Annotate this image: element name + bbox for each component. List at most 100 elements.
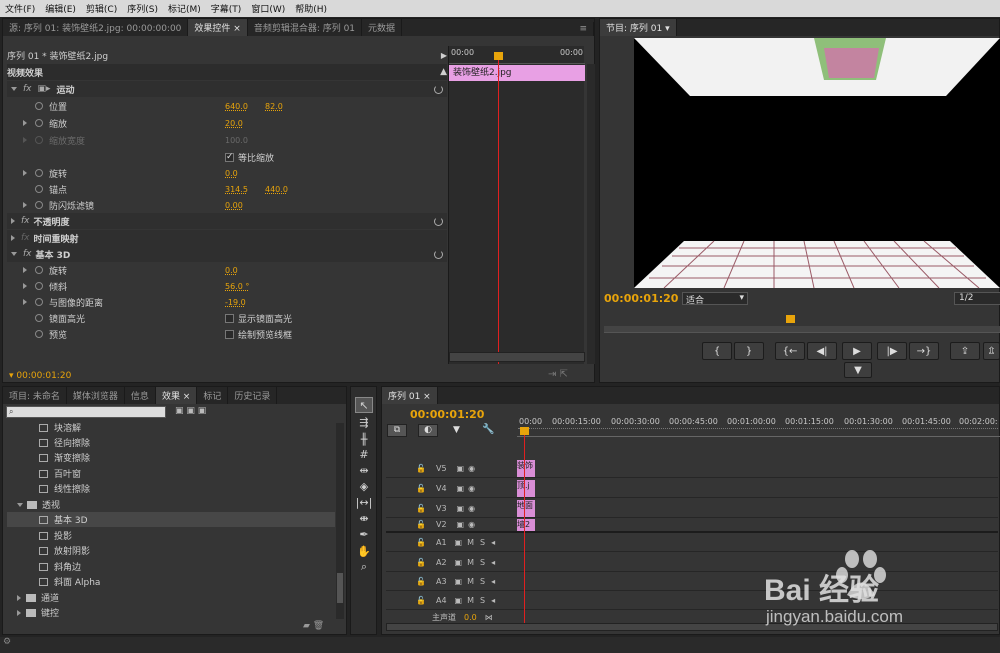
basic3d-row[interactable]: fx 基本 3D [7,246,447,262]
anchor-x-value[interactable]: 314.5 [225,185,248,194]
position-y-value[interactable]: 82.0 [265,102,283,111]
stopwatch-icon[interactable] [35,298,43,306]
slip-tool-icon[interactable]: |↔| [355,494,373,510]
timeline-timecode[interactable]: 00:00:01:20 [410,408,484,421]
mute-button[interactable]: M [467,596,474,605]
effect-item-selected[interactable]: 基本 3D [7,512,335,527]
tab-info[interactable]: 信息 [125,387,156,404]
program-scrubber[interactable] [604,309,1000,333]
effect-item[interactable]: 渐变擦除 [39,450,90,465]
effect-item[interactable]: 线性擦除 [39,481,90,496]
effect-item[interactable]: 斜角边 [39,559,81,574]
add-marker-icon[interactable]: ▼ [453,425,460,435]
ripple-edit-tool-icon[interactable]: ╫ [355,431,373,447]
toggle-sync-icon[interactable]: ▣ [455,577,463,586]
motion-row[interactable]: fx ▣▸ 运动 [7,81,447,97]
disclosure-open-icon[interactable] [11,252,17,256]
toggle-sync-icon[interactable]: ▣ [455,596,463,605]
stopwatch-icon[interactable] [35,102,43,110]
tab-media-browser[interactable]: 媒体浏览器 [67,387,125,404]
expand-icon[interactable]: ▶ [441,51,447,60]
tab-metadata[interactable]: 元数据 [362,19,403,36]
master-value[interactable]: 0.0 [464,613,477,622]
folder-perspective[interactable]: 透视 [17,497,60,512]
extract-button[interactable]: ⇫ [983,342,1000,360]
stopwatch-icon[interactable] [35,169,43,177]
effect-item[interactable]: 百叶窗 [39,466,81,481]
menu-edit[interactable]: 编辑(E) [40,2,81,15]
razor-tool-icon[interactable]: ◈ [355,478,373,494]
tab-source[interactable]: 源: 序列 01: 装饰壁纸2.jpg: 00:00:00:00 [3,19,189,36]
pen-tool-icon[interactable]: ✒ [355,526,373,542]
disclosure-icon[interactable] [11,235,15,241]
voiceover-icon[interactable]: ◂ [491,538,495,547]
menu-help[interactable]: 帮助(H) [290,2,332,15]
go-to-in-button[interactable]: {← [775,342,805,360]
fx-icon[interactable]: fx [23,84,32,94]
master-icon[interactable]: ⋈ [485,613,493,622]
distance-value[interactable]: -19.0 [225,298,246,307]
rate-stretch-tool-icon[interactable]: ⇹ [355,462,373,478]
effect-ruler[interactable]: 00:00 00:00 [449,46,585,64]
tab-markers[interactable]: 标记 [197,387,229,404]
stopwatch-icon[interactable] [35,201,43,209]
reset-icon[interactable] [434,84,443,94]
resolution-select[interactable]: 1/2 [954,292,1000,305]
toggle-sync-icon[interactable]: ▣ [455,538,463,547]
lock-icon[interactable]: 🔓 [416,538,426,547]
disclosure-open-icon[interactable] [17,502,23,507]
fx-icon[interactable]: fx [21,216,30,226]
disclosure-icon[interactable] [11,218,15,224]
specular-checkbox[interactable] [225,313,234,323]
mark-in-button[interactable]: { [702,342,732,360]
snap-icon[interactable]: ⧉ [387,424,407,437]
position-x-value[interactable]: 640.0 [225,102,248,111]
preview-checkbox[interactable] [225,329,234,339]
folder-channel[interactable]: 通道 [17,590,59,605]
timeline-clip[interactable]: 顶.j [517,480,535,497]
effect-item[interactable]: 块溶解 [39,420,81,435]
time-remap-row[interactable]: fx 时间重映射 [7,230,447,246]
selection-tool-icon[interactable]: ↖ [355,397,373,413]
solo-button[interactable]: S [480,596,485,605]
reset-icon[interactable] [434,216,443,226]
anchor-y-value[interactable]: 440.0 [265,185,288,194]
tab-effect-controls[interactable]: 效果控件 × [188,19,248,36]
hand-tool-icon[interactable]: ✋ [355,543,373,559]
toggle-sync-icon[interactable]: ▣ [455,558,463,567]
disclosure-icon[interactable] [23,299,27,305]
slide-tool-icon[interactable]: ⇼ [355,510,373,526]
go-to-out-button[interactable]: →} [909,342,939,360]
fit-select[interactable]: 适合 ▾ [682,292,748,306]
eye-icon[interactable]: ◉ [468,484,475,493]
lock-icon[interactable]: 🔓 [416,558,426,567]
eye-icon[interactable]: ◉ [468,504,475,513]
tab-program[interactable]: 节目: 序列 01 ▾ [600,19,677,36]
new-bin-icon[interactable]: ▰ 🗑 [303,621,324,631]
timeline-clip[interactable]: 地面 [517,500,535,517]
panel-menu-icon[interactable]: ≡ [573,22,594,36]
toggle-sync-icon[interactable]: ▣ [457,464,465,473]
stopwatch-icon[interactable] [35,119,43,127]
timeline-ruler[interactable]: 00:00 00:00:15:00 00:00:30:00 00:00:45:0… [517,415,1000,437]
timeline-playhead-icon[interactable] [520,427,529,435]
effect-item[interactable]: 放射阴影 [39,543,90,558]
opacity-row[interactable]: fx 不透明度 [7,213,447,229]
voiceover-icon[interactable]: ◂ [491,577,495,586]
stopwatch-icon[interactable] [35,282,43,290]
mute-button[interactable]: M [467,538,474,547]
tab-audio-mixer[interactable]: 音频剪辑混合器: 序列 01 [248,19,363,36]
effect-scrollbar[interactable] [449,352,585,362]
toggle-sync-icon[interactable]: ▣ [457,484,465,493]
voiceover-icon[interactable]: ◂ [491,596,495,605]
linked-selection-icon[interactable]: ◐ [418,424,438,437]
voiceover-icon[interactable]: ◂ [491,558,495,567]
reset-icon[interactable] [434,249,443,259]
stopwatch-icon[interactable] [35,330,43,338]
lock-icon[interactable]: 🔓 [416,464,426,473]
play-button[interactable]: ▶ [842,342,872,360]
solo-button[interactable]: S [480,538,485,547]
disclosure-icon[interactable] [17,594,21,601]
lock-icon[interactable]: 🔓 [416,596,426,605]
disclosure-open-icon[interactable] [11,87,17,91]
